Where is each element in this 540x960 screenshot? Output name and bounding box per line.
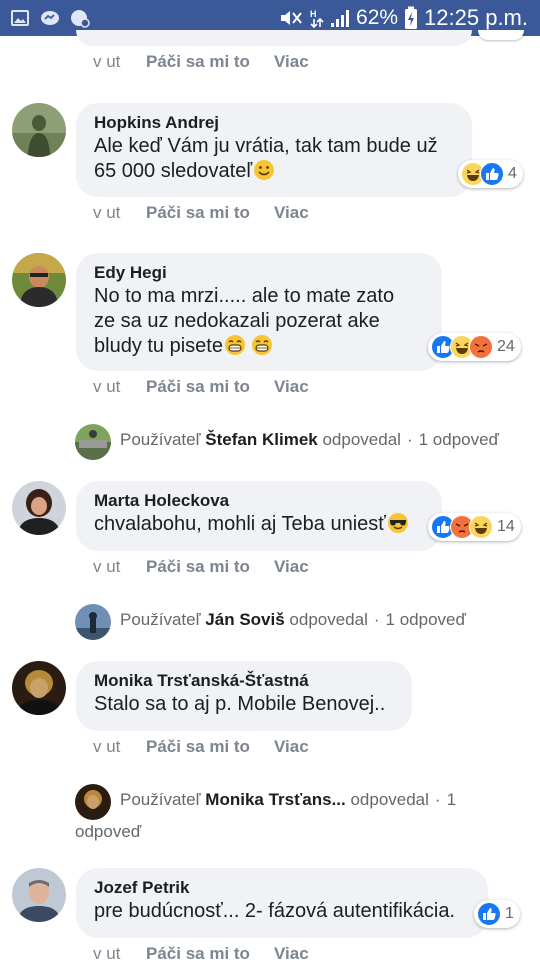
comment-actions: v ut Páči sa mi to Viac: [93, 377, 309, 397]
reply-count-tail[interactable]: odpoveď: [75, 816, 141, 848]
reply-prefix: Používateľ: [120, 430, 201, 449]
comment-line: Stalo sa to aj p. Mobile Benovej..: [94, 693, 386, 715]
comment-actions: v ut Páči sa mi to Viac: [93, 944, 309, 960]
reply-avatar[interactable]: [75, 784, 111, 820]
reaction-count: 4: [508, 165, 517, 182]
comment-text: No to ma mrzi..... ale to mate zato ze s…: [94, 284, 424, 359]
comment-line: pre budúcnosť... 2- fázová autentifikáci…: [94, 900, 456, 922]
reply-author: Ján Soviš: [205, 610, 285, 629]
clock: 12:25 p.m.: [424, 5, 528, 30]
comment-bubble[interactable]: Edy Hegi No to ma mrzi..... ale to mate …: [76, 253, 442, 371]
reaction-count: 1: [505, 905, 514, 922]
reply-author: Štefan Klimek: [205, 430, 318, 449]
reply-author: Monika Trsťans...: [205, 790, 346, 809]
reply-avatar[interactable]: [75, 424, 111, 460]
comment-text: Ale keď Vám ju vrátia, tak tam bude už 6…: [94, 134, 454, 184]
like-button[interactable]: Páči sa mi to: [146, 557, 274, 577]
gallery-notification-icon: [11, 10, 29, 26]
messenger-notification-icon: [41, 11, 59, 25]
reply-count: 1: [446, 790, 457, 809]
comment-line: ze sa uz nedokazali pozerat ake: [94, 310, 380, 332]
reply-prefix: Používateľ: [120, 790, 201, 809]
avatar[interactable]: [12, 253, 66, 307]
reactions-pill[interactable]: 1: [474, 900, 520, 928]
comment-text: Stalo sa to aj p. Mobile Benovej..: [94, 692, 394, 717]
mute-icon: [281, 11, 302, 25]
avatar[interactable]: [12, 868, 66, 922]
comment-time: v ut: [93, 52, 121, 71]
facebook-notification-icon: [71, 10, 90, 28]
comment-time: v ut: [93, 203, 121, 222]
comment-bubble[interactable]: Jozef Petrik pre budúcnosť... 2- fázová …: [76, 868, 488, 938]
comment-text: pre budúcnosť... 2- fázová autentifikáci…: [94, 899, 470, 924]
smile-emoji-icon: [254, 160, 275, 180]
reaction-count: 24: [497, 338, 515, 355]
more-button[interactable]: Viac: [274, 377, 309, 397]
comment-actions: v ut Páči sa mi to Viac: [93, 52, 309, 72]
data-arrows-icon: H: [310, 9, 324, 29]
view-replies-link[interactable]: Používateľ Ján Soviš odpovedal · 1 odpoveď: [120, 604, 466, 636]
comment-time: v ut: [93, 944, 121, 960]
more-button[interactable]: Viac: [274, 944, 309, 960]
like-button[interactable]: Páči sa mi to: [146, 737, 274, 757]
comment-bubble[interactable]: Marta Holeckova chvalabohu, mohli aj Teb…: [76, 481, 442, 551]
reaction-count: 14: [497, 518, 515, 535]
like-reaction-icon: [477, 902, 501, 926]
comment-line: No to ma mrzi..... ale to mate zato: [94, 285, 395, 307]
comment-bubble[interactable]: Hopkins Andrej Ale keď Vám ju vrátia, ta…: [76, 103, 472, 197]
haha-reaction-icon: [469, 515, 493, 539]
reply-verb: odpovedal: [322, 430, 401, 449]
view-replies-link[interactable]: Používateľ Štefan Klimek odpovedal · 1 odp…: [120, 424, 499, 456]
more-button[interactable]: Viac: [274, 203, 309, 223]
comment-line: bludy tu pisete: [94, 335, 223, 357]
previous-comment-bubble: [76, 30, 472, 46]
comment-time: v ut: [93, 557, 121, 576]
comment-text: chvalabohu, mohli aj Teba uniesť: [94, 512, 424, 537]
avatar[interactable]: [12, 103, 66, 157]
comment-time: v ut: [93, 737, 121, 756]
reply-verb: odpovedal: [350, 790, 429, 809]
view-replies-link[interactable]: Používateľ Monika Trsťans... odpovedal · 1: [120, 784, 530, 816]
like-button[interactable]: Páči sa mi to: [146, 52, 274, 72]
like-button[interactable]: Páči sa mi to: [146, 377, 274, 397]
comment-author[interactable]: Edy Hegi: [94, 262, 424, 284]
more-button[interactable]: Viac: [274, 52, 309, 72]
avatar[interactable]: [12, 481, 66, 535]
signal-icon: [331, 10, 350, 27]
svg-text:H: H: [310, 9, 317, 19]
reply-avatar[interactable]: [75, 604, 111, 640]
comment-author[interactable]: Marta Holeckova: [94, 490, 424, 512]
reply-verb: odpovedal: [289, 610, 368, 629]
grin-emoji-icon: [251, 335, 272, 355]
comment-bubble[interactable]: Monika Trsťanská-Šťastná Stalo sa to aj …: [76, 661, 412, 731]
more-button[interactable]: Viac: [274, 557, 309, 577]
angry-reaction-icon: [469, 335, 493, 359]
reply-count: 1 odpoveď: [418, 430, 500, 449]
reactions-pill[interactable]: 4: [458, 160, 523, 188]
comment-author[interactable]: Jozef Petrik: [94, 877, 470, 899]
comment-author[interactable]: Monika Trsťanská-Šťastná: [94, 670, 394, 692]
comment-author[interactable]: Hopkins Andrej: [94, 112, 454, 134]
like-button[interactable]: Páči sa mi to: [146, 203, 274, 223]
comment-time: v ut: [93, 377, 121, 396]
reactions-pill[interactable]: 24: [428, 333, 521, 361]
comment-line: chvalabohu, mohli aj Teba uniesť: [94, 513, 386, 535]
like-reaction-icon: [480, 162, 504, 186]
sunglasses-emoji-icon: [387, 513, 408, 533]
reactions-pill[interactable]: 14: [428, 513, 521, 541]
comment-actions: v ut Páči sa mi to Viac: [93, 737, 309, 757]
battery-percent: 62%: [356, 6, 399, 29]
avatar[interactable]: [12, 661, 66, 715]
reply-count: 1 odpoveď: [385, 610, 466, 629]
like-button[interactable]: Páči sa mi to: [146, 944, 274, 960]
battery-charging-icon: [405, 6, 418, 29]
comment-line: 65 000 sledovateľ: [94, 160, 253, 182]
comment-line: Ale keď Vám ju vrátia, tak tam bude už: [94, 135, 438, 157]
comment-actions: v ut Páči sa mi to Viac: [93, 203, 309, 223]
reply-prefix: Používateľ: [120, 610, 201, 629]
comment-actions: v ut Páči sa mi to Viac: [93, 557, 309, 577]
grin-emoji-icon: [224, 335, 245, 355]
previous-reactions-pill: [478, 30, 524, 40]
more-button[interactable]: Viac: [274, 737, 309, 757]
